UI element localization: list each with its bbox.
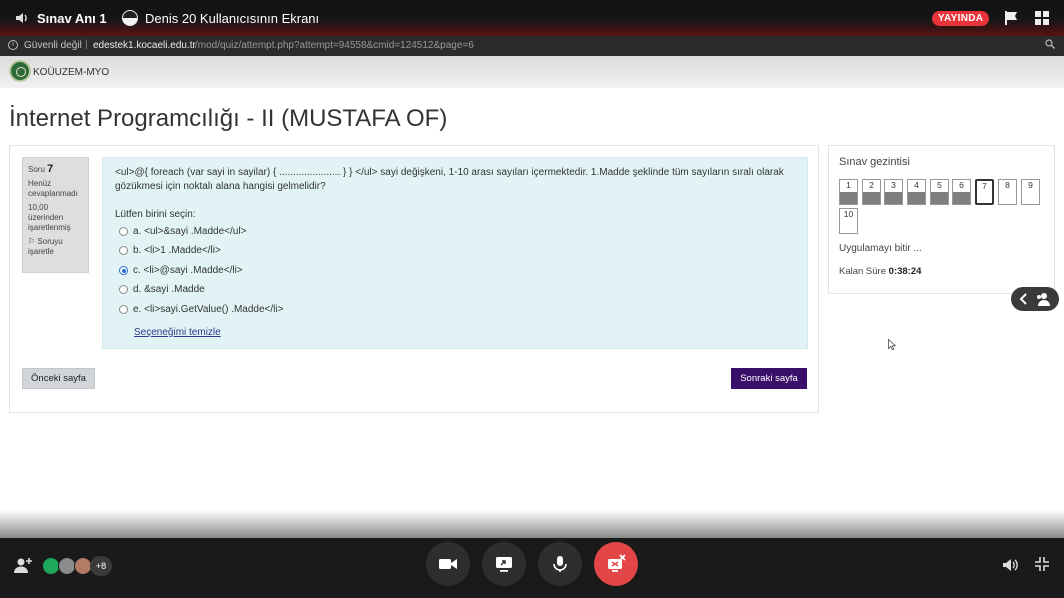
- meeting-top-bar: Sınav Anı 1 Denis 20 Kullanıcısının Ekra…: [0, 0, 1064, 36]
- site-header: KOÜUZEM-MYO: [0, 56, 1064, 88]
- meeting-controls-bar: +8: [0, 538, 1064, 598]
- question-number-value: 7: [47, 163, 54, 175]
- answer-radio-e[interactable]: [119, 305, 128, 314]
- next-page-button[interactable]: Sonraki sayfa: [731, 368, 807, 389]
- answered-indicator: [908, 192, 925, 204]
- answered-indicator: [863, 192, 880, 204]
- more-participants-count[interactable]: +8: [90, 556, 112, 576]
- nav-question-1[interactable]: 1: [839, 179, 858, 205]
- volume-icon[interactable]: [14, 10, 30, 26]
- question-number: Soru 7: [28, 164, 83, 175]
- nav-question-4[interactable]: 4: [907, 179, 926, 205]
- nav-question-label: 6: [959, 180, 964, 190]
- answer-radio-a[interactable]: [119, 227, 128, 236]
- stop-screen-share-icon: [608, 554, 626, 572]
- nav-question-3[interactable]: 3: [884, 179, 903, 205]
- time-remaining: Kalan Süre 0:38:24: [839, 266, 921, 277]
- time-remaining-label: Kalan Süre: [839, 266, 887, 277]
- nav-question-6[interactable]: 6: [952, 179, 971, 205]
- screen-share-icon: [496, 557, 512, 572]
- clear-choice-link[interactable]: Seçeneğimi temizle: [134, 327, 221, 338]
- shared-screen-title: Denis 20 Kullanıcısının Ekranı: [145, 11, 320, 26]
- nav-question-8[interactable]: 8: [998, 179, 1017, 205]
- answer-prompt: Lütfen birini seçin:: [115, 209, 196, 220]
- microphone-icon: [553, 556, 567, 572]
- question-text: <ul>@{ foreach (var sayi in sayilar) { .…: [115, 167, 784, 192]
- nav-question-7[interactable]: 7: [975, 179, 994, 205]
- quiz-navigation-title: Sınav gezintisi: [839, 156, 910, 168]
- exit-fullscreen-icon[interactable]: [1034, 556, 1050, 572]
- nav-question-label: 4: [914, 180, 919, 190]
- previous-page-button[interactable]: Önceki sayfa: [22, 368, 95, 389]
- info-icon[interactable]: i: [8, 40, 18, 50]
- microphone-button[interactable]: [538, 542, 582, 586]
- browser-address-bar[interactable]: i Güvenli değil | edestek1.kocaeli.edu.t…: [0, 36, 1064, 56]
- answered-indicator: [953, 192, 970, 204]
- nav-question-label: 8: [1005, 180, 1010, 190]
- address-separator: |: [85, 39, 88, 50]
- nav-question-label: 3: [891, 180, 896, 190]
- answer-radio-d[interactable]: [119, 285, 128, 294]
- answer-label-c[interactable]: c. <li>@sayi .Madde</li>: [133, 265, 243, 276]
- url-host: edestek1.kocaeli.edu.tr: [93, 40, 196, 51]
- nav-question-label: 2: [869, 180, 874, 190]
- zoom-icon[interactable]: [1045, 39, 1055, 49]
- nav-question-label: 1: [846, 180, 851, 190]
- quiz-page: İnternet Programcılığı - II (MUSTAFA OF)…: [0, 88, 1064, 510]
- screen-share-button[interactable]: [482, 542, 526, 586]
- add-user-icon[interactable]: [13, 556, 33, 574]
- nav-question-label: 10: [843, 209, 854, 219]
- screen-share-edge: [0, 510, 1064, 538]
- answered-indicator: [931, 192, 948, 204]
- chevron-left-icon: [1019, 293, 1027, 305]
- nav-question-2[interactable]: 2: [862, 179, 881, 205]
- nav-question-label: 5: [937, 180, 942, 190]
- finish-attempt-link[interactable]: Uygulamayı bitir ...: [839, 243, 922, 254]
- question-content: <ul>@{ foreach (var sayi in sayilar) { .…: [102, 157, 808, 349]
- question-state: Henüz cevaplanmadı: [28, 179, 78, 198]
- answer-radio-c[interactable]: [119, 266, 128, 275]
- speaker-icon[interactable]: [1001, 556, 1019, 574]
- page-title: İnternet Programcılığı - II (MUSTAFA OF): [9, 105, 448, 132]
- nav-question-5[interactable]: 5: [930, 179, 949, 205]
- meeting-title: Sınav Anı 1: [37, 11, 107, 26]
- answer-label-d[interactable]: d. &sayi .Madde: [133, 284, 205, 295]
- camera-button[interactable]: [426, 542, 470, 586]
- quiz-navigation-panel: Sınav gezintisi 1 2 3 4 5 6 7 8 9 10 Uyg…: [828, 145, 1055, 294]
- flag-question-link[interactable]: ⚐ Soruyu işaretle: [28, 237, 83, 257]
- camera-icon: [439, 559, 457, 569]
- stop-sharing-button[interactable]: [594, 542, 638, 586]
- apps-grid-icon[interactable]: [1035, 11, 1049, 25]
- users-icon: [1037, 293, 1050, 306]
- question-number-label: Soru: [28, 165, 45, 174]
- answer-label-a[interactable]: a. <ul>&sayi .Madde</ul>: [133, 226, 246, 237]
- mouse-cursor-icon: [888, 339, 896, 350]
- time-remaining-value: 0:38:24: [888, 266, 922, 277]
- live-badge: YAYINDA: [932, 11, 990, 26]
- answer-label-b[interactable]: b. <li>1 .Madde</li>: [133, 245, 221, 256]
- nav-question-9[interactable]: 9: [1021, 179, 1040, 205]
- question-info: Soru 7 Henüz cevaplanmadı 10,00 üzerinde…: [22, 157, 89, 273]
- nav-question-label: 7: [982, 181, 987, 191]
- shared-screen-avatar-icon: [122, 10, 138, 26]
- flag-icon[interactable]: [1003, 10, 1019, 26]
- answer-label-e[interactable]: e. <li>sayi.GetValue() .Madde</li>: [133, 304, 283, 315]
- nav-question-label: 9: [1028, 180, 1033, 190]
- participants-drawer-toggle[interactable]: [1011, 287, 1059, 311]
- answer-radio-b[interactable]: [119, 246, 128, 255]
- flag-small-icon: ⚐: [28, 237, 38, 246]
- url-path: /mod/quiz/attempt.php?attempt=94558&cmid…: [195, 40, 474, 51]
- screen: Sınav Anı 1 Denis 20 Kullanıcısının Ekra…: [0, 0, 1064, 598]
- site-name[interactable]: KOÜUZEM-MYO: [33, 67, 109, 78]
- question-panel: Soru 7 Henüz cevaplanmadı 10,00 üzerinde…: [9, 145, 819, 413]
- question-grade: 10,00 üzerinden işaretlenmiş: [28, 203, 71, 232]
- university-logo[interactable]: [9, 60, 31, 82]
- answered-indicator: [885, 192, 902, 204]
- security-status: Güvenli değil: [24, 40, 82, 51]
- answered-indicator: [840, 192, 857, 204]
- nav-question-10[interactable]: 10: [839, 208, 858, 234]
